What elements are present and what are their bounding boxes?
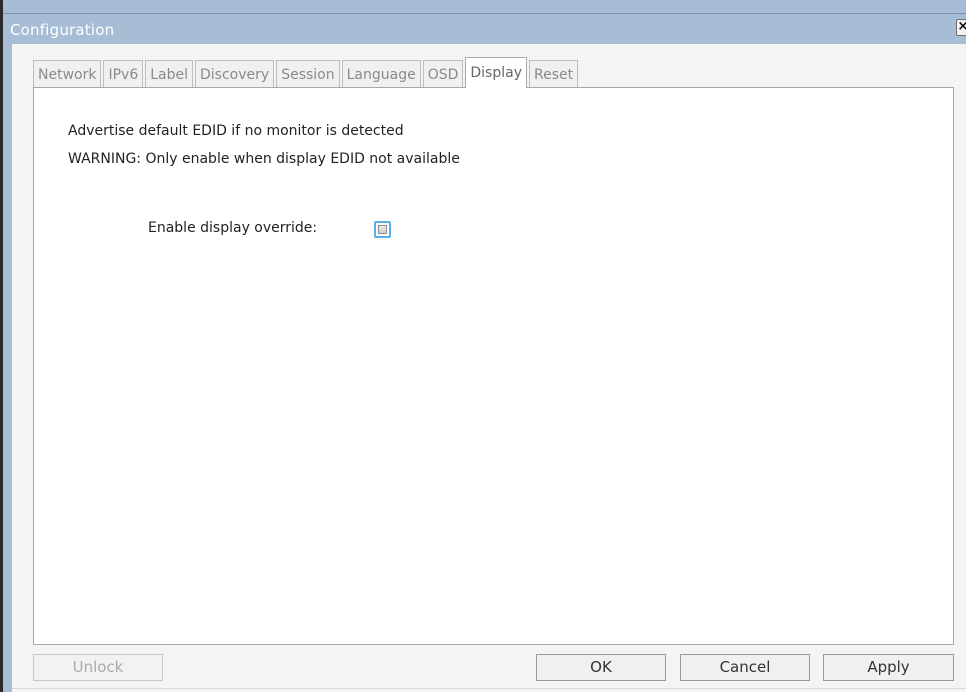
edid-description: Advertise default EDID if no monitor is …	[68, 123, 404, 139]
window-title: Configuration	[10, 21, 115, 39]
edid-warning: WARNING: Only enable when display EDID n…	[68, 151, 460, 167]
display-tab-panel	[33, 87, 954, 645]
display-override-label: Enable display override:	[148, 220, 318, 236]
tab-label[interactable]: Label	[145, 60, 194, 88]
tab-display[interactable]: Display	[465, 57, 527, 88]
configuration-window: Configuration × Network IPv6 Label Disco…	[0, 0, 966, 692]
unlock-button[interactable]: Unlock	[33, 654, 163, 681]
display-override-checkbox[interactable]	[374, 221, 391, 238]
tab-reset[interactable]: Reset	[529, 60, 579, 88]
bottom-divider	[12, 688, 966, 689]
cancel-button[interactable]: Cancel	[680, 654, 810, 681]
title-bar[interactable]: Configuration ×	[3, 14, 966, 44]
tab-strip: Network IPv6 Label Discovery Session Lan…	[33, 57, 580, 88]
ok-button[interactable]: OK	[536, 654, 666, 681]
tab-osd[interactable]: OSD	[422, 60, 464, 88]
close-icon[interactable]: ×	[956, 19, 966, 36]
tab-discovery[interactable]: Discovery	[195, 60, 275, 88]
tab-network[interactable]: Network	[33, 60, 102, 88]
tab-ipv6[interactable]: IPv6	[103, 60, 144, 88]
window-left-edge	[0, 0, 3, 692]
tab-language[interactable]: Language	[341, 60, 421, 88]
apply-button[interactable]: Apply	[823, 654, 954, 681]
checkbox-box	[378, 225, 387, 234]
tab-session[interactable]: Session	[276, 60, 340, 88]
